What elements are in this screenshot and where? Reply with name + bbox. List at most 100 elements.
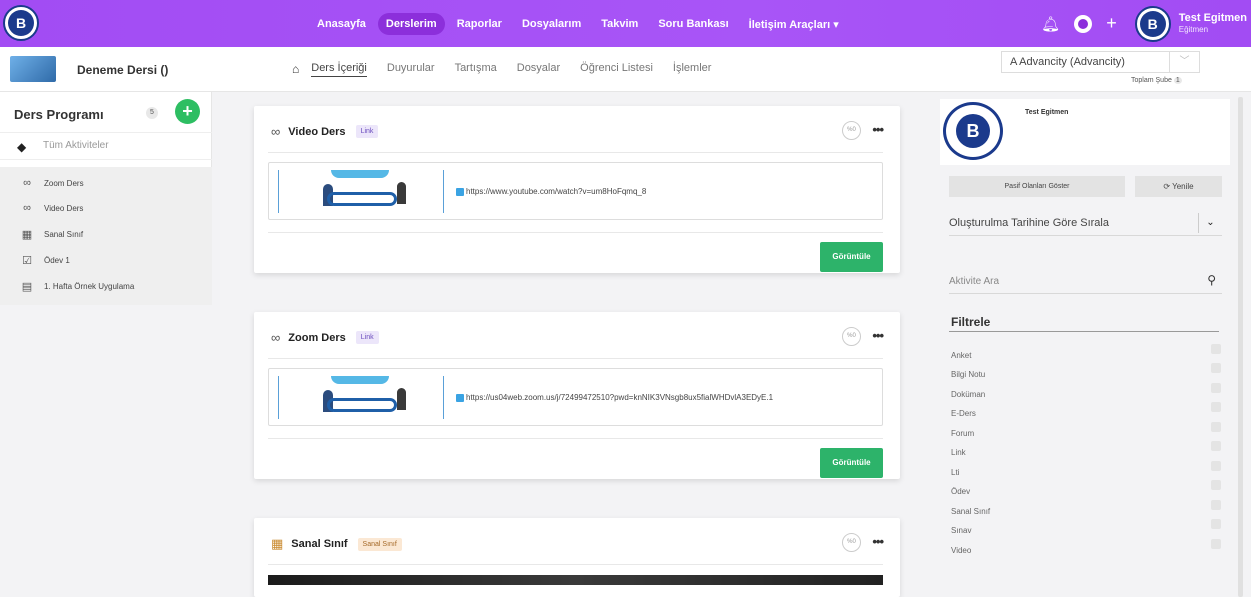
tab-ders-icerigi[interactable]: Ders İçeriği [311,62,367,77]
sort-select-value: Oluşturulma Tarihine Göre Sırala [949,217,1109,229]
filter-link[interactable]: Link [951,441,1221,460]
filter-checkbox[interactable] [1211,441,1221,451]
classroom-icon: ▦ [271,536,284,551]
filter-lti[interactable]: Lti [951,461,1221,480]
filter-checkbox[interactable] [1211,422,1221,432]
tab-dosyalar[interactable]: Dosyalar [517,62,560,77]
more-options-icon[interactable]: ••• [872,122,884,137]
plus-icon[interactable]: + [1106,13,1117,34]
filter-video[interactable]: Video [951,539,1221,558]
filter-label: E-Ders [951,409,976,418]
filter-anket[interactable]: Anket [951,344,1221,363]
nav-iletisim-araclari[interactable]: İletişim Araçları ▾ [741,13,847,36]
link-thumbnail [278,376,444,419]
course-program-sidebar: Ders Programı 5 + ◆ Tüm Aktiviteler ∞ Zo… [0,92,212,305]
card-title[interactable]: Video Ders [288,126,345,138]
link-thumbnail [278,170,444,213]
card-title[interactable]: Zoom Ders [288,332,345,344]
filter-checkbox[interactable] [1211,383,1221,393]
nav-derslerim[interactable]: Derslerim [377,13,445,35]
chevron-down-icon[interactable]: ﹀ [1169,52,1199,72]
filter-label: Ödev [951,487,971,496]
sidebar-item-label: Sanal Sınıf [44,230,84,239]
status-icon[interactable] [1074,14,1093,33]
branch-select[interactable]: A Advancity (Advancity) ﹀ [1001,51,1200,73]
filter-checkbox[interactable] [1211,539,1221,549]
activity-card-zoom-ders: ∞ Zoom Ders Link %0 ••• https://us04web.… [254,312,900,479]
filter-checkbox[interactable] [1211,363,1221,373]
tab-tartisma[interactable]: Tartışma [455,62,497,77]
filter-title: Filtrele [951,315,991,329]
card-title[interactable]: Sanal Sınıf [291,538,347,550]
add-activity-button[interactable]: + [175,99,200,124]
view-button[interactable]: Görüntüle [820,448,883,478]
filter-label: Doküman [951,390,986,399]
tab-ogrenci-listesi[interactable]: Öğrenci Listesi [580,62,653,77]
course-thumbnail [10,56,56,82]
link-url[interactable]: https://www.youtube.com/watch?v=um8HoFqm… [456,187,646,196]
tab-duyurular[interactable]: Duyurular [387,62,435,77]
logo-mark: B [956,114,990,148]
card-header: ∞ Zoom Ders Link [271,330,379,345]
branch-count: Toplam Şube 1 [1131,77,1182,84]
user-avatar[interactable]: B [1134,5,1171,42]
main-nav: Anasayfa Derslerim Raporlar Dosyalarım T… [309,11,847,37]
sidebar-item-label: Ödev 1 [44,256,70,265]
nav-takvim[interactable]: Takvim [593,13,646,35]
nav-dosyalarim[interactable]: Dosyalarım [514,13,589,35]
tab-islemler[interactable]: İşlemler [673,62,712,77]
filter-checkbox[interactable] [1211,480,1221,490]
filter-e-ders[interactable]: E-Ders [951,402,1221,421]
sidebar-item-label: Zoom Ders [44,179,84,188]
search-icon[interactable]: ⚲ [1207,273,1216,287]
filter-checkbox[interactable] [1211,402,1221,412]
filter-sanal-sinif[interactable]: Sanal Sınıf [951,500,1221,519]
user-role: Eğitmen [1178,24,1209,34]
sidebar-item-sanal-sinif[interactable]: ▦ Sanal Sınıf [0,223,212,247]
activity-search-input[interactable]: Aktivite Ara ⚲ [949,270,1222,294]
nav-soru-bankasi[interactable]: Soru Bankası [650,13,736,35]
filter-bilgi-notu[interactable]: Bilgi Notu [951,363,1221,382]
logo-mark: B [8,10,34,36]
refresh-label: Yenile [1172,182,1194,191]
filter-checkbox[interactable] [1211,461,1221,471]
filter-checkbox[interactable] [1211,500,1221,510]
filter-odev[interactable]: Ödev [951,480,1221,499]
link-preview[interactable]: https://us04web.zoom.us/j/72499472510?pw… [268,368,883,426]
filter-dokuman[interactable]: Doküman [951,383,1221,402]
favicon-icon [456,393,464,402]
sidebar-item-all-activities[interactable]: ◆ Tüm Aktiviteler [0,132,212,160]
filter-checkbox[interactable] [1211,519,1221,529]
filter-label: Lti [951,468,960,477]
link-url[interactable]: https://us04web.zoom.us/j/72499472510?pw… [456,393,773,402]
more-options-icon[interactable]: ••• [872,534,884,549]
sidebar-item-video-ders[interactable]: ∞ Video Ders [0,197,212,221]
refresh-button[interactable]: ⟳ Yenile [1135,176,1222,197]
sort-select[interactable]: Oluşturulma Tarihine Göre Sırala ⌄ [949,210,1222,236]
chevron-down-icon[interactable]: ⌄ [1198,213,1222,233]
filter-label: Bilgi Notu [951,370,986,379]
view-button[interactable]: Görüntüle [820,242,883,272]
sidebar-item-odev-1[interactable]: ☑ Ödev 1 [0,249,212,273]
nav-raporlar[interactable]: Raporlar [449,13,510,35]
filter-checkbox[interactable] [1211,344,1221,354]
bell-icon[interactable]: 🔔︎ [1041,15,1060,33]
filter-label: Forum [951,429,975,438]
sidebar-item-zoom-ders[interactable]: ∞ Zoom Ders [0,172,212,196]
user-block[interactable]: Test Egitmen Eğitmen [1179,12,1247,36]
layers-icon: ◆ [17,140,27,154]
home-icon[interactable]: ⌂ [292,62,299,77]
filter-sinav[interactable]: Sınav [951,519,1221,538]
scrollbar[interactable] [1238,97,1243,597]
link-preview[interactable]: https://www.youtube.com/watch?v=um8HoFqm… [268,162,883,220]
link-url-text: https://www.youtube.com/watch?v=um8HoFqm… [466,187,647,196]
link-icon: ∞ [23,177,31,189]
sidebar-item-hafta-ornek-uygulama[interactable]: ▤ 1. Hafta Örnek Uygulama [0,275,212,299]
filter-forum[interactable]: Forum [951,422,1221,441]
divider [268,152,883,153]
progress-badge: %0 [842,533,861,552]
more-options-icon[interactable]: ••• [872,328,884,343]
university-logo[interactable]: B [3,5,39,41]
show-passive-button[interactable]: Pasif Olanları Göster [949,176,1125,197]
nav-anasayfa[interactable]: Anasayfa [309,13,374,35]
